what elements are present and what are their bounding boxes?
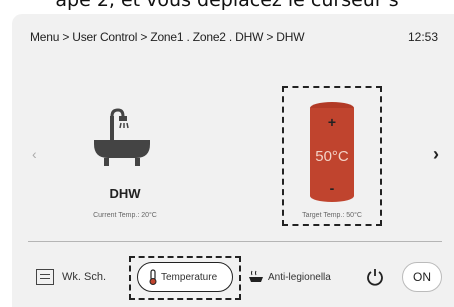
- anti-legionella-button[interactable]: Anti-legionella: [242, 262, 352, 292]
- dhw-label: DHW: [109, 186, 141, 201]
- week-schedule-label: Wk. Sch.: [62, 271, 107, 283]
- current-temp-label: Current Temp.: 20°C: [93, 212, 157, 219]
- power-icon: [367, 269, 383, 286]
- schedule-list-icon: [36, 269, 54, 285]
- thermometer-icon: [149, 269, 157, 285]
- target-temp-label: Target Temp.: 50°C: [302, 212, 362, 219]
- breadcrumb: Menu > User Control > Zone1 . Zone2 . DH…: [30, 30, 305, 44]
- increase-temp-button[interactable]: +: [284, 114, 380, 130]
- week-schedule-button[interactable]: Wk. Sch.: [28, 262, 124, 292]
- tank-setpoint-value: 50°C: [315, 148, 349, 165]
- target-temp-selector[interactable]: + 50°C - Target Temp.: 50°C: [282, 86, 382, 226]
- temperature-button[interactable]: Temperature: [137, 262, 233, 292]
- top-bar: Menu > User Control > Zone1 . Zone2 . DH…: [12, 22, 442, 52]
- temperature-label: Temperature: [161, 271, 218, 283]
- prev-arrow-icon[interactable]: ‹: [32, 146, 37, 162]
- decrease-temp-button[interactable]: -: [284, 180, 380, 196]
- dhw-tile: DHW Current Temp.: 20°C: [70, 108, 180, 228]
- bathtub-icon: [94, 108, 150, 166]
- next-arrow-icon[interactable]: ›: [433, 144, 439, 165]
- caption-text: ape 2, et vous déplacez le curseur s: [0, 0, 454, 11]
- controller-screen: Menu > User Control > Zone1 . Zone2 . DH…: [12, 14, 454, 307]
- power-button[interactable]: [355, 262, 395, 292]
- anti-legionella-label: Anti-legionella: [268, 271, 331, 283]
- divider: [28, 241, 442, 242]
- on-toggle-button[interactable]: ON: [402, 262, 442, 292]
- boiling-cup-icon: [249, 270, 263, 282]
- clock: 12:53: [407, 30, 438, 44]
